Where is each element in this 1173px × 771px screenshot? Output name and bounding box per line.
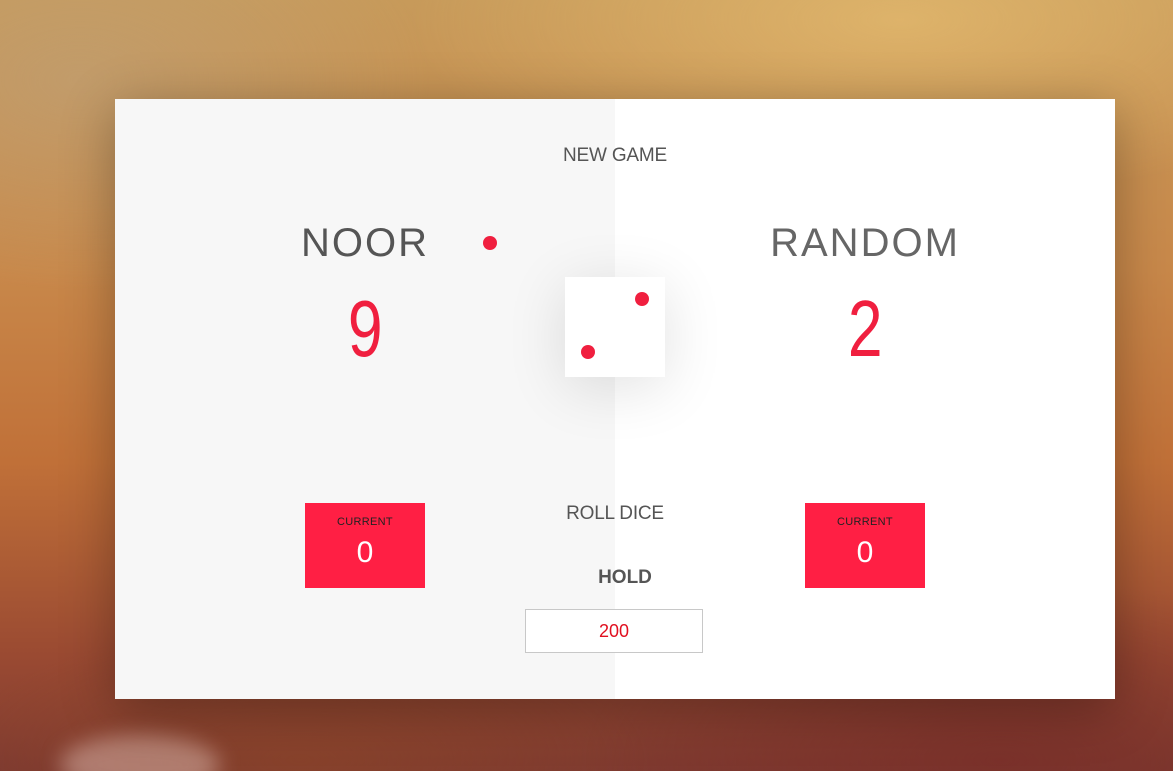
player-1-current-score: 0 <box>356 536 374 569</box>
player-2-current-box: CURRENT 0 <box>805 503 925 588</box>
player-1-current-label: CURRENT <box>337 516 393 528</box>
new-game-button[interactable]: NEW GAME <box>515 145 715 167</box>
dice-pip <box>635 292 649 306</box>
player-1-current-box: CURRENT 0 <box>305 503 425 588</box>
active-player-indicator-icon <box>483 236 497 250</box>
hold-button[interactable]: HOLD <box>525 567 725 589</box>
dice-pip <box>581 345 595 359</box>
player-2-score: 2 <box>615 287 1115 371</box>
player-1-score-value: 9 <box>347 284 383 373</box>
player-2-score-value: 2 <box>847 284 883 373</box>
dice <box>565 277 665 377</box>
player-2-name: RANDOM <box>770 221 960 265</box>
final-score-input[interactable] <box>525 609 703 653</box>
player-1-score: 9 <box>115 287 615 371</box>
roll-dice-button[interactable]: ROLL DICE <box>515 503 715 525</box>
background-glow <box>60 735 220 771</box>
player-1-name: NOOR <box>301 221 429 265</box>
game-board: NOOR 9 CURRENT 0 RANDOM 2 CURRENT 0 NEW … <box>115 99 1115 699</box>
player-2-current-score: 0 <box>856 536 874 569</box>
player-2-current-label: CURRENT <box>837 516 893 528</box>
